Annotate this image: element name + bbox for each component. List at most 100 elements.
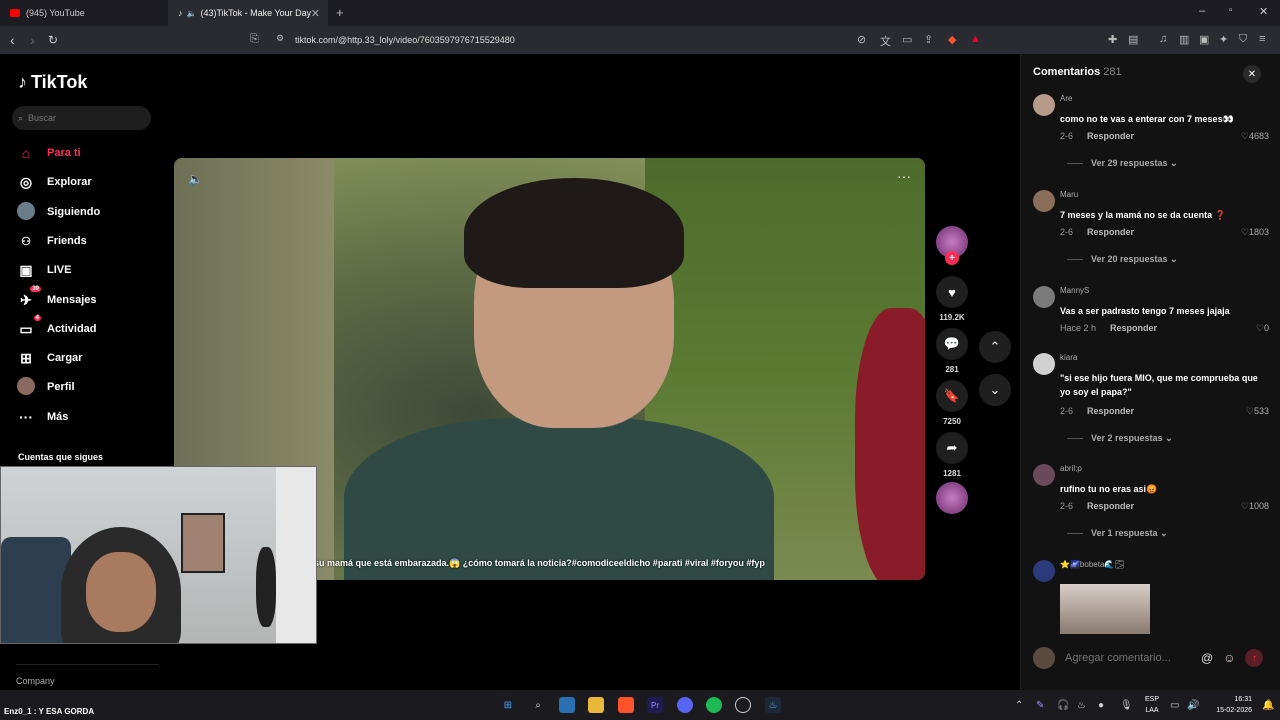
sidebar-item-para-ti[interactable]: ⌂ Para ti xyxy=(17,143,81,163)
microphone-icon[interactable]: 🎙 xyxy=(1120,700,1133,711)
file-explorer-icon[interactable] xyxy=(588,697,604,713)
site-info-icon[interactable]: ⚙ xyxy=(276,33,284,44)
avatar[interactable] xyxy=(1033,286,1055,308)
rewards-icon[interactable]: ▲ xyxy=(970,33,981,45)
leo-icon[interactable]: ✦ xyxy=(1219,33,1228,46)
brave-shield-icon[interactable]: ◆ xyxy=(948,33,956,46)
forward-icon[interactable]: › xyxy=(30,32,35,48)
avatar[interactable] xyxy=(1033,464,1055,486)
comment-image-thumbnail[interactable] xyxy=(1060,584,1150,634)
menu-icon[interactable]: ≡ xyxy=(1259,33,1265,45)
close-comments-button[interactable]: ✕ xyxy=(1243,65,1261,83)
headset-icon[interactable]: 🎧 xyxy=(1057,700,1069,711)
comment-user[interactable]: abril;p xyxy=(1060,464,1082,473)
comment-likes[interactable]: ♡0 xyxy=(1256,323,1269,334)
comment-likes[interactable]: ♡4683 xyxy=(1241,131,1269,142)
more-options-icon[interactable]: ··· xyxy=(897,168,911,184)
volume-icon[interactable]: 🔈 xyxy=(188,172,203,186)
spotify-icon[interactable] xyxy=(706,697,722,713)
wallet-icon[interactable]: ▣ xyxy=(1199,33,1209,46)
search-input[interactable] xyxy=(28,113,129,123)
minimize-icon[interactable]: – xyxy=(1199,5,1205,17)
comment-likes[interactable]: ♡533 xyxy=(1246,406,1269,417)
comment-user[interactable]: Maru xyxy=(1060,190,1078,199)
premiere-icon[interactable]: Pr xyxy=(647,697,663,713)
sidebar-item-friends[interactable]: ⚇ Friends xyxy=(17,231,87,251)
tab-tiktok[interactable]: ♪ 🔈 (43)TikTok - Make Your Day ✕ xyxy=(168,0,328,26)
steam-tray-icon[interactable]: ♨ xyxy=(1077,700,1086,711)
network-icon[interactable]: ▭ xyxy=(1170,700,1179,711)
share-button[interactable]: ➦ xyxy=(936,432,968,464)
share-icon[interactable]: ⇪ xyxy=(924,33,933,46)
sidebar-item-mas[interactable]: ··· Más xyxy=(17,407,68,427)
company-link[interactable]: Company xyxy=(16,676,55,686)
follow-plus-icon[interactable]: + xyxy=(945,251,959,265)
comment-user[interactable]: Are xyxy=(1060,94,1072,103)
widgets-icon[interactable] xyxy=(559,697,575,713)
steam-icon[interactable]: ♨ xyxy=(765,697,781,713)
comment-input[interactable] xyxy=(1065,652,1191,664)
media-icon[interactable]: ♫ xyxy=(1159,33,1167,45)
tray-chevron-icon[interactable]: ⌃ xyxy=(1015,700,1023,711)
reader-icon[interactable]: ▤ xyxy=(1128,33,1138,46)
restore-icon[interactable]: ▫ xyxy=(1229,5,1233,16)
translate-icon[interactable]: 文 xyxy=(880,33,891,49)
sidebar-item-actividad[interactable]: ▭ 4 Actividad xyxy=(17,314,97,339)
back-icon[interactable]: ‹ xyxy=(10,32,15,48)
vpn-icon[interactable]: ⛉ xyxy=(1239,33,1247,46)
sidebar-item-explorar[interactable]: ◎ Explorar xyxy=(17,172,92,192)
send-button[interactable]: ↑ xyxy=(1245,649,1264,667)
avatar[interactable] xyxy=(1033,94,1055,116)
reply-button[interactable]: Responder xyxy=(1087,227,1134,237)
save-button[interactable]: 🔖 xyxy=(936,380,968,412)
avatar[interactable] xyxy=(1033,560,1055,582)
comment-likes[interactable]: ♡1008 xyxy=(1241,501,1269,512)
extensions-icon[interactable]: ✚ xyxy=(1108,33,1117,46)
reload-icon[interactable]: ↻ xyxy=(48,33,58,47)
reply-button[interactable]: Responder xyxy=(1087,406,1134,416)
discord-icon[interactable] xyxy=(677,697,693,713)
view-replies-button[interactable]: Ver 1 respuesta ⌄ xyxy=(1067,528,1168,539)
avatar[interactable] xyxy=(1033,190,1055,212)
like-button[interactable]: ♥ xyxy=(936,276,968,308)
sidebar-item-perfil[interactable]: Perfil xyxy=(17,376,75,397)
new-tab-button[interactable]: + xyxy=(336,5,344,20)
notifications-icon[interactable]: 🔔 xyxy=(1262,700,1274,711)
tab-youtube[interactable]: (945) YouTube xyxy=(0,0,168,26)
tray-app-icon[interactable]: ● xyxy=(1098,700,1104,711)
brave-icon[interactable] xyxy=(618,697,634,713)
previous-video-button[interactable]: ⌃ xyxy=(979,331,1011,363)
comment-button[interactable]: 💬 xyxy=(936,328,968,360)
next-video-button[interactable]: ⌄ xyxy=(979,374,1011,406)
reply-button[interactable]: Responder xyxy=(1087,131,1134,141)
view-replies-button[interactable]: Ver 20 respuestas ⌄ xyxy=(1067,254,1178,265)
language-indicator[interactable]: ESP LAA xyxy=(1143,694,1161,716)
avatar[interactable] xyxy=(1033,353,1055,375)
volume-icon[interactable]: 🔊 xyxy=(1187,700,1199,711)
tiktok-logo[interactable]: ♪ TikTok xyxy=(18,72,87,93)
url-field[interactable]: tiktok.com/@http.33_loly/video/760359797… xyxy=(295,35,515,45)
windows-start-icon[interactable]: ⊞ xyxy=(500,697,516,713)
close-tab-icon[interactable]: ✕ xyxy=(311,7,320,20)
system-clock[interactable]: 16:31 15-02-2026 xyxy=(1208,694,1252,716)
comment-user[interactable]: MannyS xyxy=(1060,286,1089,295)
sidebar-item-live[interactable]: ▣ LIVE xyxy=(17,260,71,280)
sound-disc-avatar[interactable] xyxy=(936,482,968,514)
reply-button[interactable]: Responder xyxy=(1087,501,1134,511)
sidebar-toggle-icon[interactable]: ▥ xyxy=(1179,33,1189,46)
view-replies-button[interactable]: Ver 2 respuestas ⌄ xyxy=(1067,433,1173,444)
bookmark-icon[interactable]: ⎘ xyxy=(250,33,259,46)
comment-user[interactable]: kiara xyxy=(1060,353,1077,362)
comment-user[interactable]: ⭐🌌bobeta🌊🌫 xyxy=(1060,560,1125,569)
search-box[interactable]: ⌕ xyxy=(12,106,151,130)
translate-off-icon[interactable]: ⊘ xyxy=(857,33,866,46)
sidebar-item-mensajes[interactable]: ✈ 39 Mensajes xyxy=(17,285,97,310)
emoji-icon[interactable]: ☺ xyxy=(1223,651,1235,665)
search-icon[interactable]: ⌕ xyxy=(530,697,546,713)
comment-likes[interactable]: ♡1803 xyxy=(1241,227,1269,238)
close-window-icon[interactable]: ✕ xyxy=(1259,5,1268,18)
view-replies-button[interactable]: Ver 29 respuestas ⌄ xyxy=(1067,158,1178,169)
tray-app-icon[interactable]: ✎ xyxy=(1036,700,1044,711)
obs-icon[interactable] xyxy=(735,697,751,713)
sidebar-item-siguiendo[interactable]: Siguiendo xyxy=(17,201,100,222)
